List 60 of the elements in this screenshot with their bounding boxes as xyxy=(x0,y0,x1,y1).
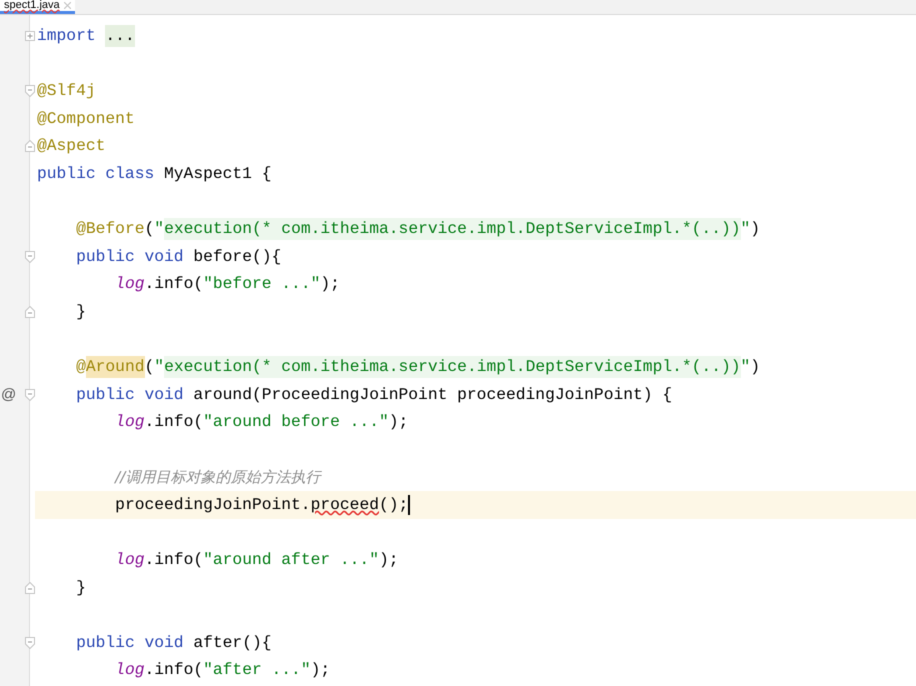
code-text: } xyxy=(76,576,86,599)
code-text: around(ProceedingJoinPoint proceedingJoinPoint) { xyxy=(193,384,672,406)
code-text: ); xyxy=(310,659,330,682)
string-literal: " xyxy=(740,218,750,240)
unfold-icon[interactable] xyxy=(25,140,35,152)
close-icon[interactable] xyxy=(64,2,71,8)
keyword: public class xyxy=(37,162,156,185)
annotation: @Slf4j xyxy=(37,80,96,102)
string-literal: " xyxy=(154,356,164,378)
annotation: @Component xyxy=(37,108,135,130)
gutter-marker[interactable]: @ xyxy=(0,387,16,402)
keyword: public void xyxy=(76,384,185,406)
code-text: ) xyxy=(750,356,760,378)
keyword: public void xyxy=(76,632,185,654)
expand-icon[interactable] xyxy=(25,30,35,41)
fold-icon[interactable] xyxy=(25,250,35,263)
keyword: import xyxy=(37,24,97,47)
field-name: log xyxy=(115,659,144,682)
code-text: proceedingJoinPoint. xyxy=(115,494,311,516)
unfold-icon[interactable] xyxy=(25,582,35,594)
string-literal: " xyxy=(154,218,164,240)
field-name: log xyxy=(115,273,144,296)
keyword: public void xyxy=(76,246,185,268)
code-comment: //调用目标对象的原始方法执行 xyxy=(115,467,320,488)
code-text: ) xyxy=(750,218,760,240)
code-text: .info( xyxy=(144,549,204,572)
code-text: .info( xyxy=(144,273,204,296)
code-text: } xyxy=(76,300,86,323)
fold-icon[interactable] xyxy=(25,84,35,97)
code-text: after(){ xyxy=(193,632,272,654)
code-text: ); xyxy=(388,411,408,434)
annotation: @Before xyxy=(76,218,144,240)
code-text: before(){ xyxy=(193,246,282,268)
string-literal: " xyxy=(740,356,750,378)
string-literal: "before ..." xyxy=(203,273,320,296)
string-literal: "around before ..." xyxy=(203,411,389,434)
folded-imports: ... xyxy=(105,24,135,47)
injected-expression: execution(* com.itheima.service.impl.DeptServiceImpl.*(..)) xyxy=(164,218,741,240)
annotation: @ xyxy=(76,356,86,378)
string-literal: "after ..." xyxy=(203,659,311,682)
string-literal: "around after ..." xyxy=(203,549,379,572)
code-text: .info( xyxy=(144,411,204,434)
tab-title: spect1.java xyxy=(4,0,60,11)
fold-icon[interactable] xyxy=(25,388,35,401)
code-text: MyAspect1 { xyxy=(164,162,272,185)
file-tab[interactable]: spect1.java xyxy=(0,0,75,14)
fold-icon[interactable] xyxy=(25,636,35,649)
code-text: ( xyxy=(144,218,154,240)
field-name: log xyxy=(115,549,144,572)
annotation: @Aspect xyxy=(37,135,106,158)
method-name: proceed xyxy=(310,494,379,516)
field-name: log xyxy=(115,411,144,434)
injected-expression: execution(* com.itheima.service.impl.DeptServiceImpl.*(..)) xyxy=(164,356,741,378)
code-text: ( xyxy=(144,356,154,378)
code-text: .info( xyxy=(144,659,204,682)
code-text: ); xyxy=(320,273,340,296)
code-text: (); xyxy=(379,494,408,516)
unfold-icon[interactable] xyxy=(25,306,35,318)
code-text: ); xyxy=(378,549,399,572)
highlighted-annotation: Around xyxy=(86,356,144,378)
